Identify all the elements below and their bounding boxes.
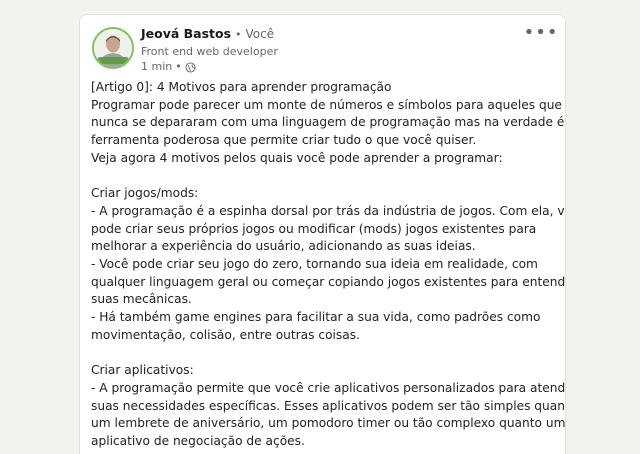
avatar[interactable] — [92, 27, 134, 69]
post-text-line: - Você pode criar seu jogo do zero, torn… — [91, 257, 538, 272]
post-text-line: - Há também game engines para facilitar … — [91, 310, 541, 325]
post-text-line: [Artigo 0]: 4 Motivos para aprender prog… — [91, 80, 392, 94]
post-text-line: nunca se depararam com uma linguagem de … — [91, 115, 566, 130]
profile-photo — [94, 29, 132, 67]
post-text-line: qualquer linguagem geral ou começar copi… — [91, 274, 566, 289]
post-meta: 1 min • — [141, 60, 278, 74]
post-text-line: pode criar seus próprios jogos ou modifi… — [91, 221, 537, 236]
post-text-line: - A programação permite que você crie ap… — [91, 380, 566, 395]
post-text-line: - A programação é a espinha dorsal por t… — [91, 203, 566, 218]
post-text-line: melhorar a experiência do usuário, adici… — [91, 239, 476, 254]
post-text-line: Criar aplicativos: — [91, 363, 194, 378]
author-headline: Front end web developer — [141, 45, 278, 58]
post-text-line: aplicativo de negociação de ações. — [91, 434, 305, 449]
post-text-line: um lembrete de aniversário, um pomodoro … — [91, 416, 566, 431]
post-text-line: movimentação, colisão, entre outras cois… — [91, 327, 360, 342]
post-time: 1 min — [141, 60, 173, 73]
globe-icon — [185, 61, 196, 73]
post-text-line: suas mecânicas. — [91, 292, 192, 307]
post-text: [Artigo 0]: 4 Motivos para aprender prog… — [91, 79, 566, 451]
connection-label: Você — [245, 27, 275, 41]
separator-dot: • — [235, 28, 242, 41]
post-text-line: suas necessidades específicas. Esses apl… — [91, 398, 566, 413]
meta-separator: • — [175, 60, 182, 73]
author-name[interactable]: Jeová Bastos — [141, 26, 231, 41]
post-text-line: ferramenta poderosa que permite criar tu… — [91, 133, 477, 148]
author-line: Jeová Bastos • Você — [141, 25, 278, 43]
post-header: Jeová Bastos • Você Front end web develo… — [141, 25, 278, 74]
post-card: Jeová Bastos • Você Front end web develo… — [79, 14, 566, 454]
post-text-line: Programar pode parecer um monte de númer… — [91, 97, 562, 112]
more-options-icon[interactable]: ••• — [524, 22, 558, 43]
post-text-line: Criar jogos/mods: — [91, 186, 199, 201]
post-text-line: Veja agora 4 motivos pelos quais você po… — [91, 150, 503, 165]
